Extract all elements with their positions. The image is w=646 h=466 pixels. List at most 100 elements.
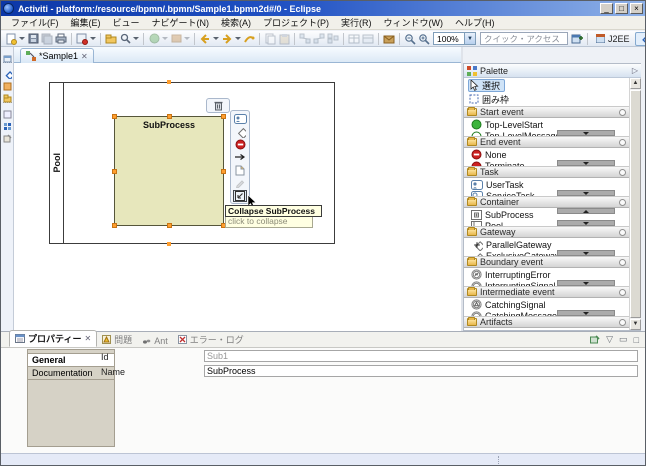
pin-icon[interactable] bbox=[619, 259, 626, 266]
menu-help[interactable]: ヘルプ(H) bbox=[449, 16, 501, 29]
zoom-out-icon[interactable] bbox=[403, 32, 417, 45]
connection-arrow-icon[interactable] bbox=[233, 152, 247, 164]
resize-handle-nw[interactable] bbox=[112, 114, 117, 119]
menu-search[interactable]: 検索(A) bbox=[215, 16, 257, 29]
maximize-icon[interactable]: □ bbox=[615, 3, 628, 14]
minimize-view-icon[interactable]: ▭ bbox=[619, 334, 628, 345]
scrollbar-thumb[interactable] bbox=[630, 90, 641, 318]
export-icon[interactable] bbox=[382, 32, 396, 45]
drawer-gateway-header[interactable]: Gateway bbox=[464, 226, 629, 238]
drawer-scroll-up[interactable] bbox=[557, 208, 615, 214]
new-class-icon[interactable] bbox=[147, 32, 161, 45]
menu-view[interactable]: ビュー bbox=[107, 16, 146, 29]
append-usertask-icon[interactable] bbox=[233, 113, 247, 125]
drawer-end-event-header[interactable]: End event bbox=[464, 136, 629, 148]
last-edit-icon[interactable] bbox=[242, 32, 256, 45]
resize-handle-w[interactable] bbox=[112, 169, 117, 174]
annotation-icon[interactable] bbox=[233, 164, 247, 176]
drawer-task-header[interactable]: Task bbox=[464, 166, 629, 178]
drawer-start-event-header[interactable]: Start event bbox=[464, 106, 629, 118]
tab-properties[interactable]: プロパティー ✕ bbox=[9, 330, 97, 347]
perspective-activiti-button[interactable]: Activiti bbox=[635, 32, 646, 46]
forward-dropdown-icon[interactable] bbox=[235, 37, 241, 40]
new-wizard-dropdown-icon[interactable] bbox=[19, 37, 25, 40]
collapse-subprocess-icon[interactable] bbox=[233, 190, 247, 202]
align-icon-3[interactable] bbox=[326, 32, 340, 45]
new-package-icon[interactable] bbox=[169, 32, 183, 45]
outline-fastview-icon[interactable] bbox=[3, 118, 12, 127]
pin-icon[interactable] bbox=[619, 199, 626, 206]
search-icon[interactable] bbox=[118, 32, 132, 45]
pin-icon[interactable] bbox=[619, 319, 626, 326]
palette-tool-marquee[interactable]: 囲み枠 bbox=[464, 92, 629, 106]
scroll-up-icon[interactable]: ▲ bbox=[630, 78, 641, 89]
properties-fastview-icon[interactable] bbox=[3, 130, 12, 139]
resize-handle-n[interactable] bbox=[167, 114, 172, 119]
pin-icon[interactable] bbox=[619, 229, 626, 236]
copy-icon[interactable] bbox=[263, 32, 277, 45]
quick-access-input[interactable] bbox=[480, 32, 568, 45]
save-all-icon[interactable] bbox=[40, 32, 54, 45]
restore-view-icon[interactable] bbox=[3, 106, 12, 115]
back-dropdown-icon[interactable] bbox=[213, 37, 219, 40]
minimize-icon[interactable]: _ bbox=[600, 3, 613, 14]
forward-icon[interactable] bbox=[220, 32, 234, 45]
append-end-event-icon[interactable] bbox=[233, 139, 247, 151]
process-fastview-icon[interactable] bbox=[3, 78, 12, 87]
palette-tool-select[interactable]: 選択 bbox=[464, 78, 629, 92]
drawer-intermediate-event-header[interactable]: Intermediate event bbox=[464, 286, 629, 298]
editor-area-restore-icon[interactable] bbox=[3, 50, 12, 59]
package-explorer-fastview-icon[interactable] bbox=[3, 90, 12, 99]
resize-handle-s[interactable] bbox=[167, 223, 172, 228]
pin-icon[interactable] bbox=[619, 139, 626, 146]
resize-handle-e[interactable] bbox=[221, 169, 226, 174]
menu-window[interactable]: ウィンドウ(W) bbox=[378, 16, 450, 29]
subprocess-shape[interactable]: SubProcess bbox=[114, 116, 224, 226]
menu-edit[interactable]: 編集(E) bbox=[65, 16, 107, 29]
pool-label-band[interactable]: Pool bbox=[50, 83, 64, 243]
trash-icon[interactable] bbox=[214, 100, 223, 111]
tab-sample1[interactable]: *Sample1 ✕ bbox=[20, 48, 94, 63]
table-icon-1[interactable] bbox=[347, 32, 361, 45]
new-package-dropdown-icon[interactable] bbox=[184, 37, 190, 40]
search-dropdown-icon[interactable] bbox=[133, 37, 139, 40]
drawer-container-header[interactable]: Container bbox=[464, 196, 629, 208]
perspective-j2ee-button[interactable]: J2EE bbox=[591, 32, 635, 46]
edit-pencil-icon[interactable] bbox=[233, 177, 247, 189]
save-icon[interactable] bbox=[26, 32, 40, 45]
debug-config-dropdown-icon[interactable] bbox=[90, 37, 96, 40]
open-perspective-icon[interactable] bbox=[570, 32, 584, 45]
zoom-in-icon[interactable] bbox=[417, 32, 431, 45]
delete-pad[interactable] bbox=[206, 98, 230, 113]
open-folder-icon[interactable] bbox=[104, 32, 118, 45]
new-class-dropdown-icon[interactable] bbox=[162, 37, 168, 40]
menu-project[interactable]: プロジェクト(P) bbox=[257, 16, 335, 29]
palette-scrollbar[interactable]: ▲ ▼ bbox=[629, 78, 641, 330]
tab-ant[interactable]: Ant bbox=[137, 335, 173, 347]
align-icon-1[interactable] bbox=[298, 32, 312, 45]
view-menu-icon[interactable]: ▽ bbox=[606, 334, 613, 345]
paste-icon[interactable] bbox=[277, 32, 291, 45]
maximize-view-icon[interactable]: □ bbox=[634, 335, 639, 345]
zoom-combo-dropdown-icon[interactable]: ▼ bbox=[464, 33, 475, 44]
resize-handle-ne[interactable] bbox=[221, 114, 226, 119]
menu-navigate[interactable]: ナビゲート(N) bbox=[146, 16, 216, 29]
align-icon-2[interactable] bbox=[312, 32, 326, 45]
resize-handle-sw[interactable] bbox=[112, 223, 117, 228]
zoom-level-combo[interactable]: 100% ▼ bbox=[433, 32, 476, 45]
drawer-artifacts-header[interactable]: Artifacts bbox=[464, 316, 629, 328]
tab-close-icon[interactable]: ✕ bbox=[84, 334, 91, 343]
pin-icon[interactable] bbox=[619, 109, 626, 116]
drawer-boundary-event-header[interactable]: Boundary event bbox=[464, 256, 629, 268]
back-icon[interactable] bbox=[198, 32, 212, 45]
tab-error-log[interactable]: エラー・ログ bbox=[173, 332, 249, 347]
scroll-down-icon[interactable]: ▼ bbox=[630, 319, 641, 330]
id-field[interactable] bbox=[204, 350, 638, 362]
debug-config-icon[interactable] bbox=[75, 32, 89, 45]
palette-header[interactable]: Palette ▷ bbox=[464, 64, 641, 78]
diagram-canvas[interactable]: Pool SubProcess bbox=[14, 63, 461, 331]
new-wizard-icon[interactable] bbox=[4, 32, 18, 45]
pin-icon[interactable] bbox=[619, 169, 626, 176]
tab-problems[interactable]: 問題 bbox=[97, 332, 137, 347]
print-icon[interactable] bbox=[54, 32, 68, 45]
